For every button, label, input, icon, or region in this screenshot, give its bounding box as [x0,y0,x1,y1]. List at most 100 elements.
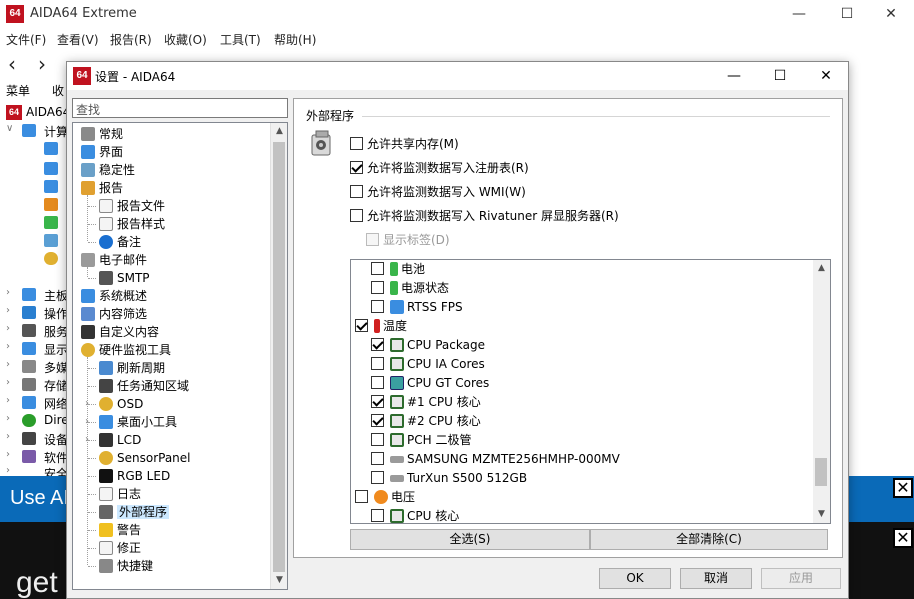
tree-item-24[interactable]: 快捷键 [99,557,153,575]
option-0[interactable]: 允许共享内存(M) [350,135,459,153]
settings-search-input[interactable]: 查找 [72,98,288,118]
tree-item-12[interactable]: ∨ 硬件监视工具 [73,341,171,359]
tree-item-23[interactable]: 修正 [99,539,141,557]
tree-item-16[interactable]: › 桌面小工具 [85,413,177,431]
ok-button[interactable]: OK [599,568,671,589]
sensor-row-4[interactable]: CPU Package [371,336,485,355]
scroll-up-arrow-icon[interactable]: ▲ [813,260,830,277]
sensor-checkbox[interactable] [371,262,384,275]
tree-item-1[interactable]: 界面 [81,143,123,161]
select-all-button[interactable]: 全选(S) [350,529,590,550]
option-checkbox[interactable] [350,209,363,222]
menu-favorites[interactable]: 收藏(O) [164,31,207,48]
dialog-maximize-button[interactable]: ☐ [757,62,803,90]
sensor-row-9[interactable]: PCH 二极管 [371,431,471,450]
option-2[interactable]: 允许将监测数据写入 WMI(W) [350,183,526,201]
sensor-checkbox[interactable] [371,414,384,427]
tree-item-storage[interactable]: › 存储 [0,376,66,394]
tree-item-2[interactable]: 稳定性 [81,161,135,179]
tree-item-15[interactable]: › OSD [85,395,143,413]
tree-item-security[interactable]: › 安全 [0,464,66,476]
option-checkbox[interactable] [350,161,363,174]
tree-root-aida64[interactable]: 64 AIDA64 [0,104,66,122]
scroll-down-arrow-icon[interactable]: ▼ [271,572,287,589]
chevron-down-icon[interactable]: ∨ [73,251,74,269]
scroll-down-arrow-icon[interactable]: ▼ [813,506,830,523]
sensor-checkbox[interactable] [371,452,384,465]
tree-item-display[interactable]: › 显示 [0,340,66,358]
menu-tools[interactable]: 工具(T) [220,31,261,48]
sensor-checkbox[interactable] [355,319,368,332]
sensor-checkbox[interactable] [371,433,384,446]
chevron-down-icon[interactable]: ∨ [73,179,74,197]
main-maximize-button[interactable]: ☐ [824,0,870,28]
tree-item-20[interactable]: 日志 [99,485,141,503]
tree-item-22[interactable]: 警告 [99,521,141,539]
tree-item-os[interactable]: › 操作 [0,304,66,322]
tree-item-network[interactable]: › 网络 [0,394,66,412]
sensor-list-scrollbar[interactable]: ▲ ▼ [813,260,830,523]
dialog-close-button[interactable]: ✕ [803,62,849,90]
sensor-row-2[interactable]: RTSS FPS [371,298,463,317]
tree-scrollbar[interactable]: ▲ ▼ [270,123,287,589]
chevron-down-icon[interactable]: ∨ [6,123,13,134]
sensor-list-scrollbar-thumb[interactable] [815,458,827,486]
tree-item-17[interactable]: › LCD [85,431,141,449]
tree-item-4[interactable]: 报告文件 [99,197,165,215]
main-close-button[interactable]: ✕ [868,0,914,28]
sensor-row-6[interactable]: CPU GT Cores [371,374,489,393]
sensor-row-3[interactable]: 温度 [355,317,407,336]
sensor-checkbox[interactable] [371,338,384,351]
forward-arrow-icon[interactable]: › [38,52,46,76]
sensor-row-8[interactable]: #2 CPU 核心 [371,412,481,431]
main-minimize-button[interactable]: — [776,0,822,28]
tree-item-14[interactable]: 任务通知区域 [99,377,189,395]
sensor-checkbox[interactable] [371,300,384,313]
sensor-row-12[interactable]: 电压 [355,488,415,507]
tree-item-server[interactable]: › 服务 [0,322,66,340]
tree-item-21[interactable]: 外部程序 [99,503,170,521]
menu-file[interactable]: 文件(F) [6,31,46,48]
menu-view[interactable]: 查看(V) [57,31,99,48]
scroll-up-arrow-icon[interactable]: ▲ [271,123,287,140]
sensor-checkbox[interactable] [371,395,384,408]
tree-item-6[interactable]: 备注 [99,233,141,251]
sensor-row-13[interactable]: CPU 核心 [371,507,459,523]
tree-item-directx[interactable]: ›Direc [0,412,66,430]
menu-help[interactable]: 帮助(H) [274,31,316,48]
tree-item-7[interactable]: ∨ 电子邮件 [73,251,147,269]
tree-computer[interactable]: ∨ 计算 [0,122,66,140]
tree-scrollbar-thumb[interactable] [273,142,285,572]
tree-item-multimedia[interactable]: › 多媒 [0,358,66,376]
back-arrow-icon[interactable]: ‹ [8,52,16,76]
tab-menu[interactable]: 菜单 [2,80,34,100]
banner-close-icon[interactable]: ✕ [893,478,913,498]
sensor-row-7[interactable]: #1 CPU 核心 [371,393,481,412]
tree-item-10[interactable]: 内容筛选 [81,305,147,323]
sensor-row-11[interactable]: TurXun S500 512GB [371,469,527,488]
sensor-checkbox[interactable] [355,490,368,503]
tab-favorites[interactable]: 收 [48,80,68,100]
option-1[interactable]: 允许将监测数据写入注册表(R) [350,159,529,177]
sensor-checkbox[interactable] [371,509,384,522]
tree-item-9[interactable]: 系统概述 [81,287,147,305]
menu-report[interactable]: 报告(R) [110,31,152,48]
sensor-checkbox[interactable] [371,376,384,389]
tree-item-11[interactable]: 自定义内容 [81,323,159,341]
sensor-row-5[interactable]: CPU IA Cores [371,355,485,374]
tree-item-devices[interactable]: › 设备 [0,430,66,448]
sensor-checkbox[interactable] [371,471,384,484]
tree-item-19[interactable]: RGB LED [99,467,170,485]
sensor-checkbox[interactable] [371,281,384,294]
cancel-button[interactable]: 取消 [680,568,752,589]
tree-item-13[interactable]: 刷新周期 [99,359,165,377]
tree-item-18[interactable]: SensorPanel [99,449,191,467]
sensor-row-10[interactable]: SAMSUNG MZMTE256HMHP-000MV [371,450,620,469]
dialog-minimize-button[interactable]: — [711,62,757,90]
sensor-row-0[interactable]: 电池 [371,260,425,279]
tree-item-8[interactable]: SMTP [99,269,150,287]
tree-item-motherboard[interactable]: › 主板 [0,286,66,304]
sensor-checkbox[interactable] [371,357,384,370]
option-checkbox[interactable] [350,185,363,198]
chevron-down-icon[interactable]: ∨ [73,341,74,359]
